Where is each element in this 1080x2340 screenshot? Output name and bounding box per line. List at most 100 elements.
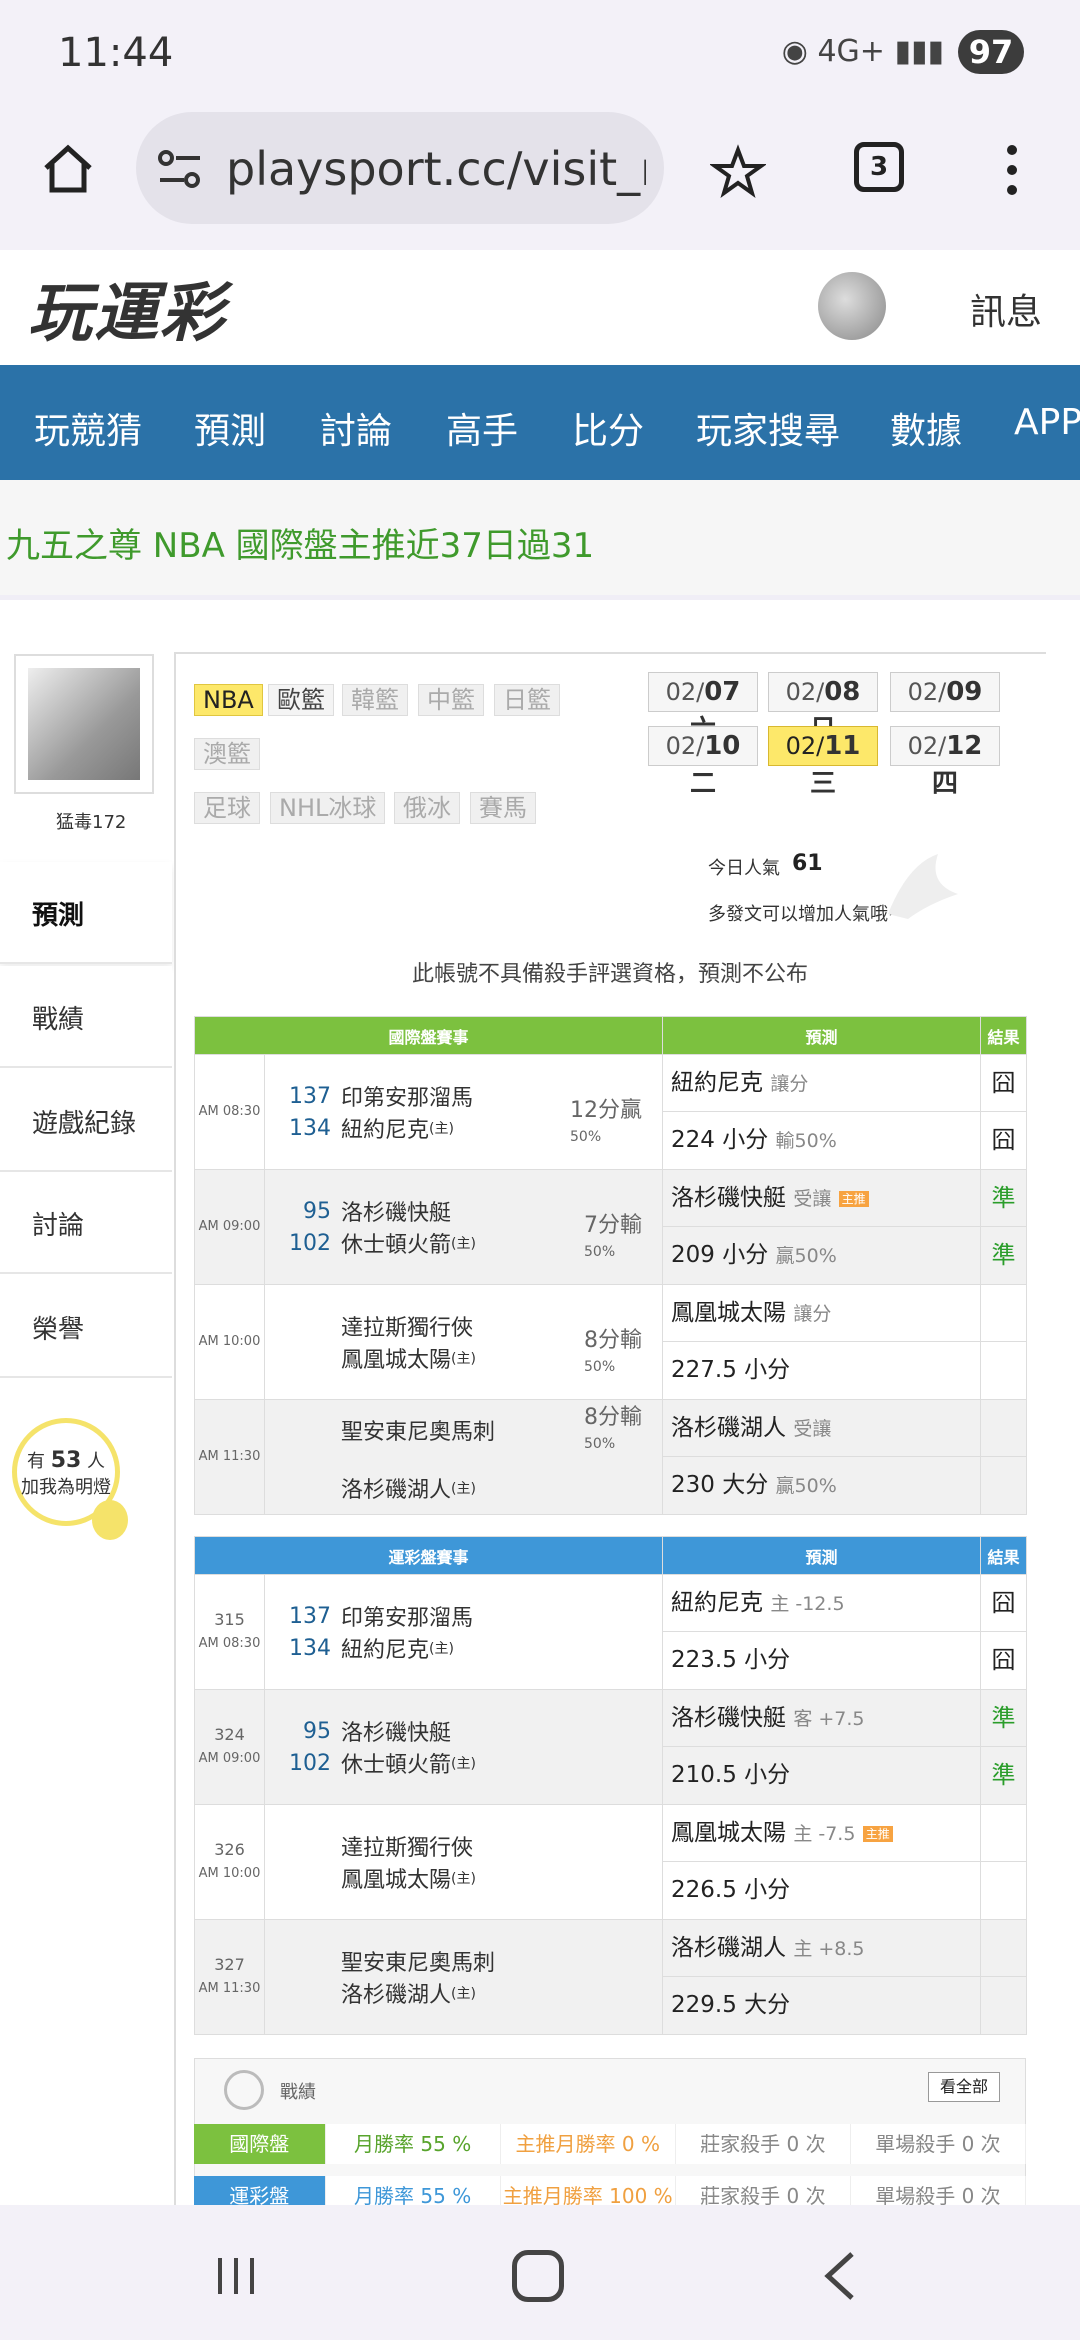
site-logo[interactable]: 玩運彩 (28, 262, 226, 354)
sidemenu-label: 遊戲紀錄 (32, 1109, 137, 1139)
prediction-cell: 洛杉磯湖人 主 +8.5 229.5 大分 (662, 1919, 982, 2035)
sport-tag[interactable]: 俄冰 (394, 792, 460, 824)
pick-team: 洛杉磯湖人 (671, 1935, 787, 1961)
sport-tag[interactable]: 日籃 (494, 684, 560, 716)
sport-tag[interactable]: 中籃 (418, 684, 484, 716)
prediction-pick: 鳳凰城太陽 主 -7.5 主推 (663, 1805, 981, 1862)
team-name: 洛杉磯湖人 (341, 1983, 452, 2008)
signal-icon: ◉ 4G+ ▮▮▮ (781, 34, 944, 69)
home-nav-icon[interactable] (512, 2250, 564, 2302)
nav-item[interactable]: 預測 (194, 402, 266, 454)
teams-cell: 達拉斯獨行俠 鳳凰城太陽 (主) (263, 1804, 664, 1920)
pick-team: 洛杉磯快艇 (671, 1185, 787, 1211)
sport-tag[interactable]: 韓籃 (342, 684, 408, 716)
date-button-selected[interactable]: 02/11 三 (768, 726, 878, 799)
teams-cell: 137 印第安那溜馬 134 紐約尼克 (主) (263, 1574, 664, 1690)
sidemenu-item-honor[interactable]: 榮譽 (0, 1276, 172, 1378)
sport-tag[interactable]: 足球 (194, 792, 260, 824)
intl-prediction-table: 國際盤賽事 預測 結果 AM 08:30 137 印第安那溜馬 134 紐約尼克 (主) 12分… (193, 1016, 1028, 1515)
prediction-pick: 209 小分 贏50% (663, 1227, 980, 1284)
team-name: 鳳凰城太陽 (341, 1348, 452, 1373)
result-cell: 準準 (980, 1689, 1028, 1805)
prediction-cell: 紐約尼克 主 -12.5 223.5 小分 (662, 1574, 982, 1690)
result-cell: 囧囧 (980, 1574, 1028, 1690)
nav-item[interactable]: 玩家搜尋 (696, 402, 840, 454)
date-button[interactable]: 02/12 四 (890, 726, 1000, 799)
result-cell (980, 1284, 1028, 1400)
bookmark-star-icon[interactable] (708, 144, 768, 200)
team-name: 洛杉磯快艇 (341, 1721, 452, 1746)
date-button[interactable]: 02/08 日 (768, 672, 878, 745)
carousel-dots[interactable] (38, 592, 134, 607)
pick-note: 讓分 (770, 1073, 809, 1095)
sidemenu-item-game-log[interactable]: 遊戲紀錄 (0, 1070, 172, 1172)
prediction-pick: 223.5 小分 (663, 1632, 980, 1689)
nav-item[interactable]: 討論 (320, 402, 392, 454)
sport-tag[interactable]: 澳籃 (194, 738, 260, 770)
home-icon[interactable] (40, 140, 96, 196)
date-button[interactable]: 02/09 一 (890, 672, 1000, 745)
game-time-cell: AM 08:30 (194, 1054, 265, 1170)
sidemenu-label: 戰績 (32, 1005, 85, 1035)
nav-item[interactable]: 比分 (572, 402, 644, 454)
nav-item[interactable]: 玩競猜 (34, 402, 142, 454)
prediction-cell: 鳳凰城太陽 讓分 227.5 小分 (662, 1284, 982, 1400)
profile-avatar[interactable] (28, 668, 140, 780)
more-menu-icon[interactable] (1000, 142, 1024, 198)
pick-total: 226.5 小分 (671, 1877, 791, 1903)
fans-unit: 人 (87, 1451, 106, 1472)
game-time: AM 09:00 (198, 1751, 261, 1766)
game-time-cell: 327 AM 11:30 (194, 1919, 265, 2035)
fairy-decoration-icon (878, 844, 968, 924)
handicap-pct: 50% (570, 1129, 602, 1145)
result-cell: 準準 (980, 1169, 1028, 1285)
pick-note: 贏50% (775, 1245, 837, 1267)
teams-cell: 達拉斯獨行俠 鳳凰城太陽 (主) 8分輸 50% (263, 1284, 664, 1400)
sidemenu-item-discuss[interactable]: 討論 (0, 1172, 172, 1274)
fans-prefix: 有 (26, 1451, 45, 1472)
banner-headline[interactable]: 九五之尊 NBA 國際盤主推近37日過31 (6, 518, 594, 567)
site-settings-icon[interactable] (156, 148, 204, 192)
pick-note: 贏50% (775, 1475, 837, 1497)
game-time: AM 11:30 (198, 1449, 261, 1464)
sport-tag[interactable]: NHL冰球 (270, 792, 386, 824)
record-row-label: 國際盤 (194, 2124, 326, 2164)
url-text[interactable]: playsport.cc/visit_me (226, 142, 646, 196)
team-name: 休士頓火箭 (341, 1753, 452, 1778)
result-mark (981, 1457, 1026, 1514)
sport-tag[interactable]: 賽馬 (470, 792, 536, 824)
tab-switcher-button[interactable]: 3 (854, 142, 904, 192)
messages-link[interactable]: 訊息 (970, 283, 1042, 335)
team-name: 印第安那溜馬 (341, 1606, 474, 1631)
recent-apps-icon[interactable] (214, 2254, 258, 2298)
popularity-hint: 多發文可以增加人氣哦~ (708, 904, 904, 925)
team-name: 紐約尼克 (341, 1118, 430, 1143)
date-button[interactable]: 02/07 六 (648, 672, 758, 745)
team-name: 聖安東尼奧馬刺 (341, 1951, 496, 1976)
table-row: 327 AM 11:30 聖安東尼奧馬刺 洛杉磯湖人 (主) 洛杉磯湖人 主 +8.5 22… (194, 1919, 1028, 2035)
handicap-pct: 50% (584, 1359, 616, 1375)
nav-item[interactable]: 高手 (446, 402, 518, 454)
sport-tag[interactable]: 歐籃 (268, 684, 334, 716)
table-row: 324 AM 09:00 95 洛杉磯快艇 102 休士頓火箭 (主) 洛杉磯快艇 客 +7.… (194, 1689, 1028, 1805)
sidemenu-item-record[interactable]: 戰績 (0, 966, 172, 1068)
team-name: 達拉斯獨行俠 (341, 1836, 474, 1861)
nav-item[interactable]: 數據 (890, 402, 962, 454)
teams-cell: 95 洛杉磯快艇 102 休士頓火箭 (主) 7分輸 50% (263, 1169, 664, 1285)
home-team: 102 休士頓火箭 (主) (265, 1747, 662, 1779)
nav-item[interactable]: APP (1014, 402, 1080, 443)
view-all-button[interactable]: 看全部 (928, 2072, 1000, 2102)
user-avatar[interactable] (818, 272, 886, 340)
table-row: AM 10:00 達拉斯獨行俠 鳳凰城太陽 (主) 8分輸 50% 鳳凰城太陽 讓分 227.… (194, 1284, 1028, 1400)
home-marker: (主) (451, 1756, 476, 1772)
pick-note: 受讓 (793, 1418, 832, 1440)
back-icon[interactable] (820, 2250, 860, 2302)
pick-total: 230 大分 (671, 1472, 769, 1498)
home-marker: (主) (451, 1986, 476, 2002)
handicap-result: 8分輸 (584, 1328, 643, 1353)
sport-tag-nba[interactable]: NBA (194, 684, 263, 716)
sidemenu-item-predict[interactable]: 預測 (0, 862, 172, 964)
date-button[interactable]: 02/10 二 (648, 726, 758, 799)
record-single-killer: 單場殺手 0 次 (851, 2124, 1027, 2164)
prediction-cell: 紐約尼克 讓分 224 小分 輸50% (662, 1054, 982, 1170)
